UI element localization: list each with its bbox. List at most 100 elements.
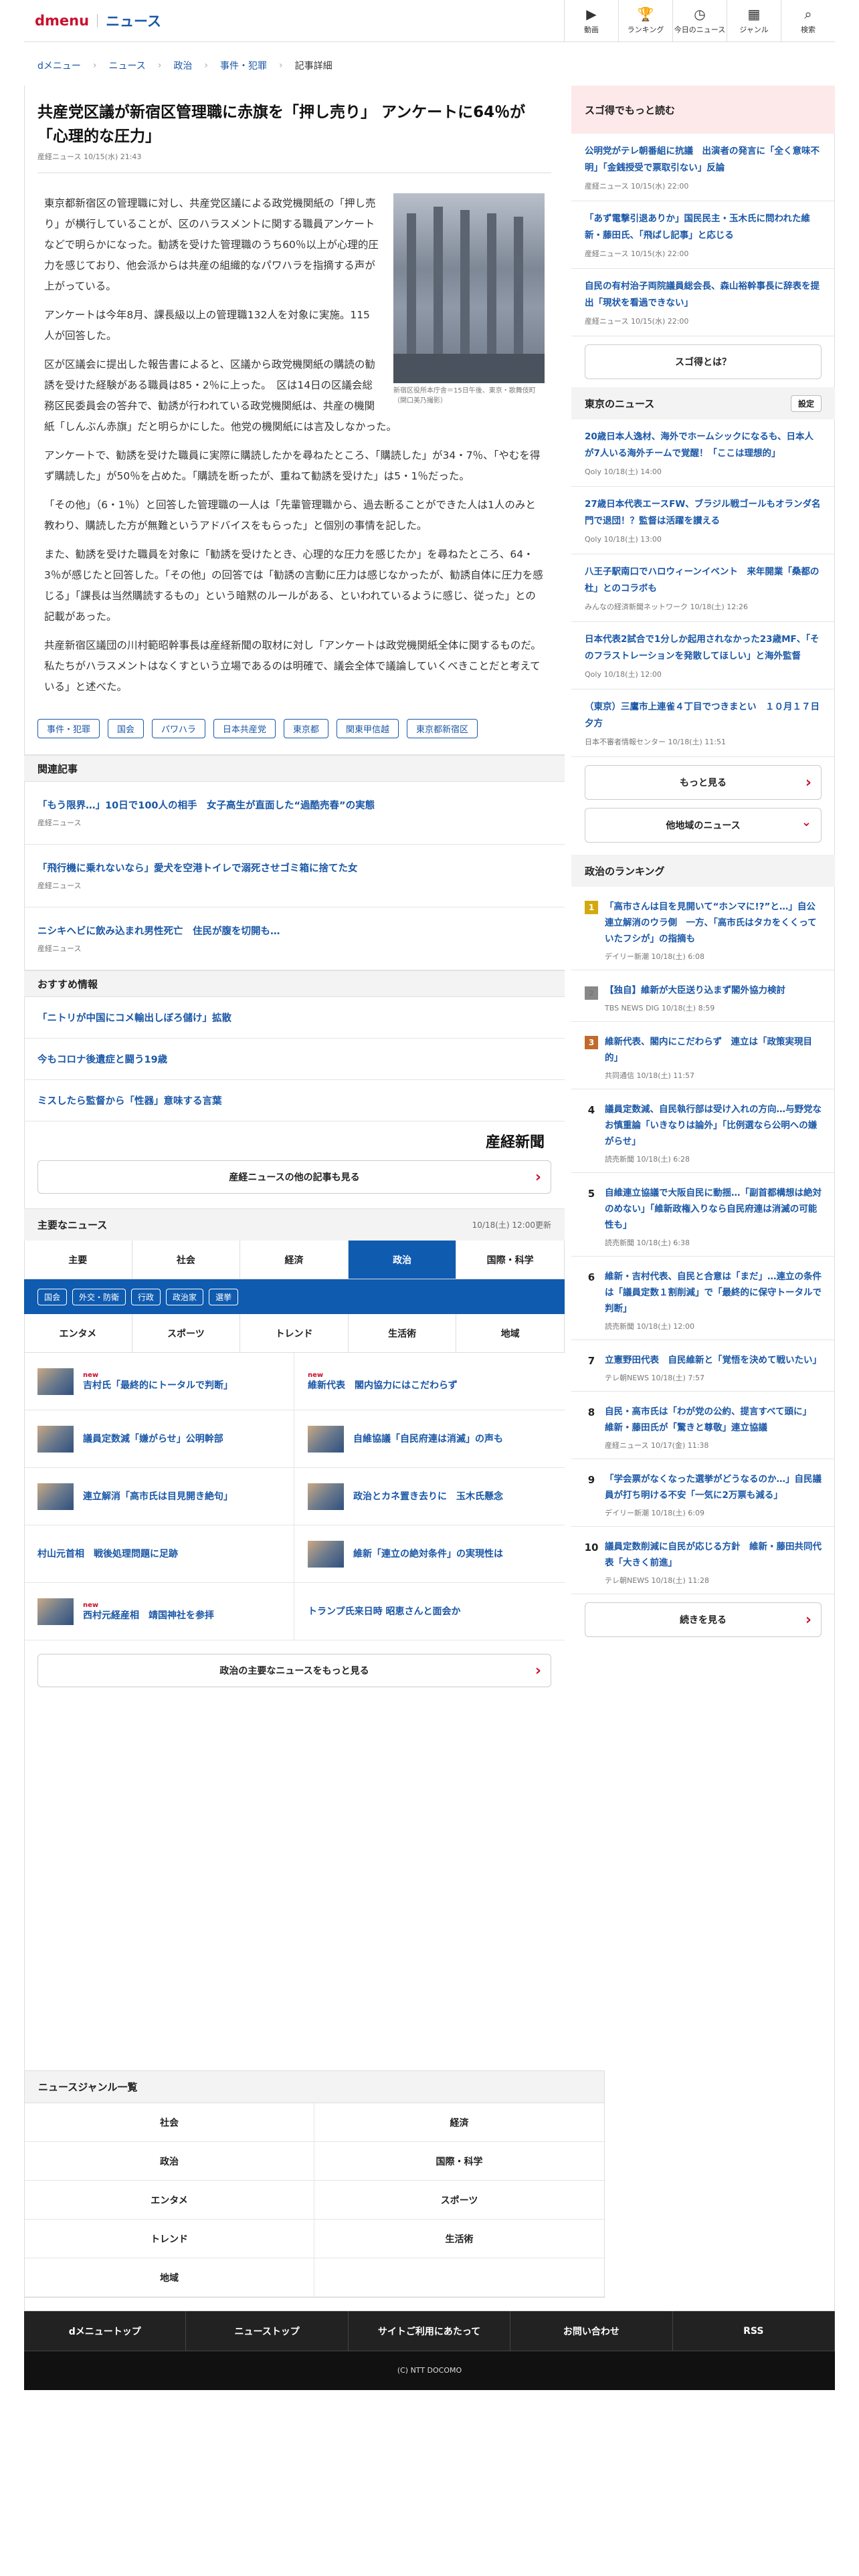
subtab[interactable]: 選挙 <box>209 1288 239 1305</box>
sidebar-news-item[interactable]: 八王子駅南口でハロウィーンイベント 来年開業「桑都の杜」とのコラボも みんなの経済… <box>571 554 835 622</box>
sidebar-news-item[interactable]: 27歳日本代表エースFW、ブラジル戦ゴールもオランダ名門で退団！？監督は活躍を讃… <box>571 487 835 554</box>
tab-secondary[interactable]: トレンド <box>240 1314 349 1352</box>
major-news-title[interactable]: 政治とカネ置き去りに 玉木氏懸念 <box>353 1491 503 1502</box>
header-nav-1[interactable]: 🏆 ランキング <box>618 0 672 42</box>
sidebar-news-title[interactable]: 日本代表2試合で1分しか起用されなかった23歳MF、「そのフラストレーションを発… <box>585 631 822 665</box>
major-news-text[interactable]: 議員定数減「嫌がらせ」公明幹部 <box>83 1433 223 1445</box>
ranking-title[interactable]: 「高市さんは目を見開いて“ホンマに!?”と…」自公連立解消のウラ側 一方、「高市… <box>605 899 822 947</box>
sidebar-news-title[interactable]: （東京）三鷹市上連雀４丁目でつきまとい １０月１７日夕方 <box>585 699 822 732</box>
ranking-title[interactable]: 議員定数削減に自民が応じる方針 維新・藤田共同代表「大きく前進」 <box>605 1539 822 1571</box>
ranking-title[interactable]: 自民・高市氏は「わが党の公約、提言すべて頭に」 維新・藤田氏が「驚きと尊敬」連立… <box>605 1404 822 1436</box>
ranking-text[interactable]: 自維連立協議で大阪自民に動揺…「副首都構想は絶対のめない」「維新政権入りなら自民… <box>605 1185 822 1248</box>
genre-link[interactable]: 生活術 <box>314 2220 604 2258</box>
major-news-item[interactable]: 議員定数減「嫌がらせ」公明幹部 <box>24 1410 294 1468</box>
genre-link[interactable]: エンタメ <box>25 2181 314 2220</box>
genre-link[interactable]: スポーツ <box>314 2181 604 2220</box>
sidebar-news-title[interactable]: 自民の有村治子両院議員総会長、森山裕幹事長に辞表を提出「現状を看過できない」 <box>585 278 822 312</box>
ranking-more-button[interactable]: 続きを見る <box>585 1602 822 1637</box>
ranking-item[interactable]: 3 維新代表、閣内にこだわらず 連立は「政策実現目的」 共同通信 10/18(土) … <box>571 1022 835 1089</box>
tab-secondary[interactable]: 地域 <box>456 1314 565 1352</box>
tag-link[interactable]: 東京都新宿区 <box>406 719 478 738</box>
tab-4[interactable]: 国際・科学 <box>456 1241 565 1279</box>
related-title[interactable]: 「飛行機に乗れないなら」愛犬を空港トイレで溺死させゴミ箱に捨てた女 <box>37 861 551 875</box>
major-news-title[interactable]: 自維協議「自民府連は消滅」の声も <box>353 1434 503 1444</box>
ranking-item[interactable]: 8 自民・高市氏は「わが党の公約、提言すべて頭に」 維新・藤田氏が「驚きと尊敬」連… <box>571 1392 835 1459</box>
header-nav-0[interactable]: ▶ 動画 <box>564 0 618 42</box>
related-title[interactable]: 「もう限界…」10日で100人の相手 女子高生が直面した“過酷売春”の実態 <box>37 798 551 812</box>
sidebar-news-item[interactable]: 自民の有村治子両院議員総会長、森山裕幹事長に辞表を提出「現状を看過できない」 産経… <box>571 269 835 336</box>
subtab[interactable]: 国会 <box>37 1288 68 1305</box>
tokyo-setting-button[interactable]: 設定 <box>790 395 822 412</box>
genre-link[interactable]: 経済 <box>314 2103 604 2142</box>
major-news-title[interactable]: 村山元首相 戦後処理問題に足跡 <box>37 1549 178 1560</box>
more-publisher-button[interactable]: 産経ニュースの他の記事も見る <box>37 1160 551 1194</box>
sidebar-news-title[interactable]: 八王子駅南口でハロウィーンイベント 来年開業「桑都の杜」とのコラボも <box>585 564 822 597</box>
ranking-item[interactable]: 1 「高市さんは目を見開いて“ホンマに!?”と…」自公連立解消のウラ側 一方、「高… <box>571 887 835 970</box>
genre-link[interactable]: 国際・科学 <box>314 2142 604 2181</box>
ranking-text[interactable]: 維新・吉村代表、自民と合意は「まだ」…連立の条件は「議員定数１割削減」で「最終的… <box>605 1269 822 1331</box>
tab-0[interactable]: 主要 <box>24 1241 132 1279</box>
ranking-text[interactable]: 自民・高市氏は「わが党の公約、提言すべて頭に」 維新・藤田氏が「驚きと尊敬」連立… <box>605 1404 822 1451</box>
subtab[interactable]: 行政 <box>131 1288 161 1305</box>
major-news-text[interactable]: new 吉村氏「最終的にトータルで判断」 <box>83 1372 233 1392</box>
footer-link[interactable]: RSS <box>673 2311 836 2351</box>
major-news-item[interactable]: new 西村元経産相 靖国神社を参拝 <box>24 1583 294 1640</box>
ranking-text[interactable]: 議員定数減、自民執行部は受け入れの方向…与野党なお慎重論「いきなりは論外」「比例… <box>605 1101 822 1164</box>
tab-secondary[interactable]: エンタメ <box>24 1314 132 1352</box>
recommend-item[interactable]: ミスしたら監督から「性器」意味する言葉 <box>24 1080 565 1121</box>
genre-link[interactable]: 社会 <box>25 2103 314 2142</box>
major-news-title[interactable]: 西村元経産相 靖国神社を参拝 <box>83 1610 214 1621</box>
footer-link[interactable]: お問い合わせ <box>510 2311 673 2351</box>
major-news-item[interactable]: new 維新代表 閣内協力にはこだわらず <box>294 1353 565 1410</box>
tab-2[interactable]: 経済 <box>240 1241 349 1279</box>
dmenu-logo[interactable]: dmenu <box>35 13 89 29</box>
major-news-item[interactable]: 連立解消「高市氏は目見開き絶句」 <box>24 1468 294 1525</box>
tag-link[interactable]: 東京都 <box>283 719 328 738</box>
genre-link[interactable]: トレンド <box>25 2220 314 2258</box>
major-news-item[interactable]: 政治とカネ置き去りに 玉木氏懸念 <box>294 1468 565 1525</box>
genre-link[interactable]: 地域 <box>25 2258 314 2297</box>
related-item[interactable]: 「飛行機に乗れないなら」愛犬を空港トイレで溺死させゴミ箱に捨てた女 産経ニュース <box>24 845 565 907</box>
other-region-button[interactable]: 他地域のニュース <box>585 808 822 843</box>
major-news-title[interactable]: 議員定数減「嫌がらせ」公明幹部 <box>83 1434 223 1444</box>
ranking-text[interactable]: 立憲野田代表 自民維新と「覚悟を決めて戦いたい」 テレ朝NEWS 10/18(土)… <box>605 1352 822 1383</box>
major-news-title[interactable]: 吉村氏「最終的にトータルで判断」 <box>83 1380 233 1391</box>
sidebar-news-title[interactable]: 20歳日本人逸材、海外でホームシックになるも、日本人が7人いる海外チームで覚醒！… <box>585 429 822 462</box>
ranking-item[interactable]: 5 自維連立協議で大阪自民に動揺…「副首都構想は絶対のめない」「維新政権入りなら自… <box>571 1173 835 1257</box>
ranking-text[interactable]: 維新代表、閣内にこだわらず 連立は「政策実現目的」 共同通信 10/18(土) 1… <box>605 1034 822 1081</box>
sidebar-news-item[interactable]: 日本代表2試合で1分しか起用されなかった23歳MF、「そのフラストレーションを発… <box>571 622 835 689</box>
major-news-text[interactable]: new 維新代表 閣内協力にはこだわらず <box>308 1372 458 1392</box>
breadcrumb-item[interactable]: ニュース <box>109 59 146 72</box>
tag-link[interactable]: パワハラ <box>152 719 205 738</box>
sidebar-news-title[interactable]: 「あず電撃引退ありか」国民民主・玉木氏に問われた維新・藤田氏、「飛ばし記事」と応… <box>585 211 822 244</box>
header-nav-3[interactable]: ▦ ジャンル <box>727 0 781 42</box>
footer-link[interactable]: dメニュートップ <box>24 2311 187 2351</box>
recommend-item[interactable]: 「ニトリが中国にコメ輸出しぼろ儲け」拡散 <box>24 997 565 1039</box>
major-news-title[interactable]: 維新代表 閣内協力にはこだわらず <box>308 1380 458 1391</box>
major-news-text[interactable]: 連立解消「高市氏は目見開き絶句」 <box>83 1491 233 1503</box>
ranking-title[interactable]: 議員定数減、自民執行部は受け入れの方向…与野党なお慎重論「いきなりは論外」「比例… <box>605 1101 822 1150</box>
ranking-title[interactable]: 維新・吉村代表、自民と合意は「まだ」…連立の条件は「議員定数１割削減」で「最終的… <box>605 1269 822 1317</box>
related-title[interactable]: ニシキヘビに飲み込まれ男性死亡 住民が腹を切開も… <box>37 924 551 938</box>
breadcrumb-item[interactable]: dメニュー <box>37 59 81 72</box>
tab-3[interactable]: 政治 <box>348 1241 457 1279</box>
footer-link[interactable]: サイトご利用にあたって <box>349 2311 511 2351</box>
sidebar-news-item[interactable]: 公明党がテレ朝番組に抗議 出演者の発言に「全く意味不明」「金銭授受で票取引ない」… <box>571 134 835 201</box>
major-news-title[interactable]: 連立解消「高市氏は目見開き絶句」 <box>83 1491 233 1502</box>
sidebar-news-title[interactable]: 27歳日本代表エースFW、ブラジル戦ゴールもオランダ名門で退団！？監督は活躍を讃… <box>585 496 822 530</box>
major-news-text[interactable]: 村山元首相 戦後処理問題に足跡 <box>37 1548 178 1560</box>
ranking-text[interactable]: 「高市さんは目を見開いて“ホンマに!?”と…」自公連立解消のウラ側 一方、「高市… <box>605 899 822 962</box>
major-news-item[interactable]: 自維協議「自民府連は消滅」の声も <box>294 1410 565 1468</box>
related-item[interactable]: 「もう限界…」10日で100人の相手 女子高生が直面した“過酷売春”の実態 産経ニ… <box>24 782 565 845</box>
major-news-text[interactable]: 政治とカネ置き去りに 玉木氏懸念 <box>353 1491 503 1503</box>
ranking-item[interactable]: 4 議員定数減、自民執行部は受け入れの方向…与野党なお慎重論「いきなりは論外」「比… <box>571 1089 835 1173</box>
subtab[interactable]: 外交・防衛 <box>72 1288 126 1305</box>
sidebar-news-item[interactable]: 「あず電撃引退ありか」国民民主・玉木氏に問われた維新・藤田氏、「飛ばし記事」と応… <box>571 201 835 269</box>
subtab[interactable]: 政治家 <box>166 1288 204 1305</box>
tag-link[interactable]: 事件・犯罪 <box>37 719 100 738</box>
ranking-item[interactable]: 10 議員定数削減に自民が応じる方針 維新・藤田共同代表「大きく前進」 テレ朝NEW… <box>571 1527 835 1594</box>
major-news-text[interactable]: 維新「連立の絶対条件」の実現性は <box>353 1548 503 1560</box>
ranking-text[interactable]: 【独自】維新が大臣送り込まず閣外協力検討 TBS NEWS DIG 10/18(土… <box>605 982 785 1013</box>
tab-secondary[interactable]: スポーツ <box>132 1314 241 1352</box>
major-news-title[interactable]: トランプ氏来日時 昭恵さんと面会か <box>308 1606 460 1617</box>
